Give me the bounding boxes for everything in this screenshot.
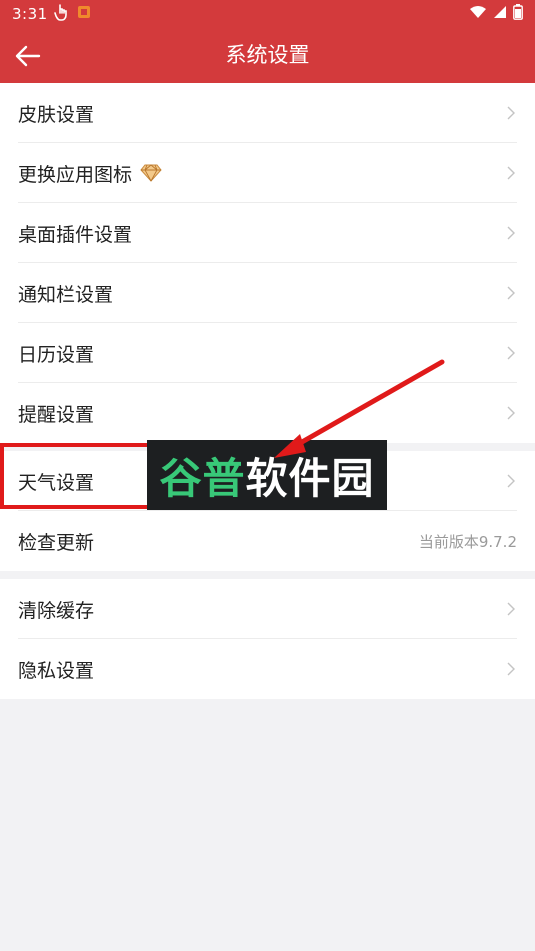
settings-item-app-icon[interactable]: 更换应用图标 [0, 143, 535, 203]
chevron-right-icon [505, 285, 517, 301]
status-bar-right [469, 4, 523, 24]
settings-item-privacy[interactable]: 隐私设置 [0, 639, 535, 699]
settings-item-calendar[interactable]: 日历设置 [0, 323, 535, 383]
battery-icon [513, 4, 523, 24]
chevron-right-icon [505, 105, 517, 121]
settings-item-label: 皮肤设置 [18, 103, 95, 126]
chevron-right-icon [505, 165, 517, 181]
settings-item-widget[interactable]: 桌面插件设置 [0, 203, 535, 263]
page-title: 系统设置 [225, 43, 310, 67]
settings-item-label: 提醒设置 [18, 403, 95, 426]
settings-item-label: 日历设置 [18, 343, 95, 366]
status-bar-left: 3:31 [12, 3, 92, 25]
settings-item-reminder[interactable]: 提醒设置 [0, 383, 535, 443]
settings-group-general: 皮肤设置 更换应用图标 桌面插件设置 通知栏设置 日历设置 提醒设置 [0, 83, 535, 443]
chevron-right-icon [505, 661, 517, 677]
wifi-icon [469, 5, 487, 23]
watermark-text-green: 谷普 [159, 453, 246, 503]
status-time: 3:31 [12, 5, 48, 23]
app-notification-icon [76, 4, 92, 24]
status-bar: 3:31 [0, 0, 535, 28]
settings-group-privacy: 清除缓存 隐私设置 [0, 579, 535, 699]
settings-item-label: 更换应用图标 [18, 163, 133, 186]
touch-icon [53, 3, 70, 25]
signal-icon [493, 5, 507, 23]
settings-item-label: 清除缓存 [18, 599, 95, 622]
chevron-right-icon [505, 345, 517, 361]
settings-item-label: 检查更新 [18, 531, 95, 554]
settings-item-clear-cache[interactable]: 清除缓存 [0, 579, 535, 639]
chevron-right-icon [505, 601, 517, 617]
chevron-right-icon [505, 405, 517, 421]
settings-item-notification-bar[interactable]: 通知栏设置 [0, 263, 535, 323]
settings-item-skin[interactable]: 皮肤设置 [0, 83, 535, 143]
chevron-right-icon [505, 473, 517, 489]
chevron-right-icon [505, 225, 517, 241]
settings-item-check-update[interactable]: 检查更新 当前版本9.7.2 [0, 511, 535, 571]
settings-item-label: 天气设置 [18, 471, 95, 494]
watermark-text-white: 软件园 [245, 453, 375, 503]
settings-item-label: 桌面插件设置 [18, 223, 133, 246]
settings-item-label: 通知栏设置 [18, 283, 114, 306]
app-bar: 系统设置 [0, 28, 535, 83]
diamond-icon [140, 164, 162, 182]
settings-item-label: 隐私设置 [18, 659, 95, 682]
watermark-logo: 谷普 软件园 [147, 440, 387, 510]
version-text: 当前版本9.7.2 [418, 532, 517, 551]
